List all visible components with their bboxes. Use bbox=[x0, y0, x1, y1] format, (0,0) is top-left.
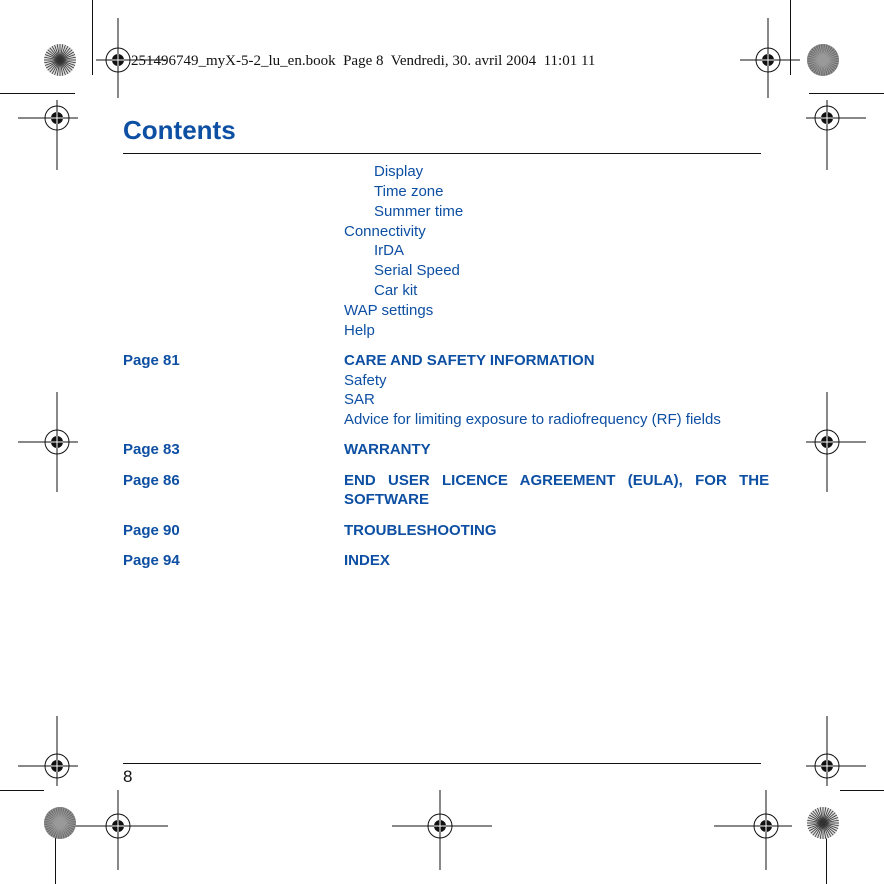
toc-entry[interactable]: Help bbox=[344, 322, 375, 339]
toc-entry[interactable]: Connectivity bbox=[344, 223, 426, 240]
section-heading-continued[interactable]: SOFTWARE bbox=[344, 491, 429, 508]
toc-entry[interactable]: SAR bbox=[344, 391, 375, 408]
toc-entry[interactable]: Summer time bbox=[374, 203, 463, 220]
toc-entry[interactable]: Safety bbox=[344, 372, 387, 389]
section-heading[interactable]: INDEX bbox=[344, 552, 390, 569]
footer-rule bbox=[123, 763, 761, 764]
page-reference: Page 90 bbox=[123, 522, 180, 539]
registration-mark-icon bbox=[806, 716, 866, 786]
toc-entry[interactable]: Time zone bbox=[374, 183, 443, 200]
section-heading[interactable]: WARRANTY bbox=[344, 441, 431, 458]
toc-entry[interactable]: Car kit bbox=[374, 282, 417, 299]
toc-entry[interactable]: Display bbox=[374, 163, 423, 180]
page-reference: Page 81 bbox=[123, 352, 180, 369]
star-target-icon bbox=[807, 807, 839, 839]
toc-entry[interactable]: WAP settings bbox=[344, 302, 433, 319]
crop-line bbox=[92, 0, 93, 75]
crop-line bbox=[809, 93, 884, 94]
registration-mark-icon bbox=[18, 716, 78, 786]
section-heading[interactable]: CARE AND SAFETY INFORMATION bbox=[344, 352, 595, 369]
title-rule bbox=[123, 153, 761, 154]
section-heading[interactable]: END USER LICENCE AGREEMENT (EULA), FOR T… bbox=[344, 472, 769, 489]
star-target-icon bbox=[807, 44, 839, 76]
print-slug-line: 251496749_myX-5-2_lu_en.book Page 8 Vend… bbox=[131, 53, 596, 69]
registration-mark-icon bbox=[806, 100, 866, 170]
registration-mark-icon bbox=[96, 18, 166, 98]
registration-mark-icon bbox=[714, 790, 792, 870]
page-number: 8 bbox=[123, 767, 133, 786]
toc-entry[interactable]: IrDA bbox=[374, 242, 404, 259]
registration-mark-icon bbox=[18, 392, 78, 492]
page-reference: Page 94 bbox=[123, 552, 180, 569]
page-reference: Page 83 bbox=[123, 441, 180, 458]
crop-line bbox=[0, 93, 75, 94]
registration-mark-icon bbox=[392, 790, 492, 870]
page-reference: Page 86 bbox=[123, 472, 180, 489]
registration-mark-icon bbox=[806, 392, 866, 492]
page-title: Contents bbox=[123, 115, 236, 145]
crop-line bbox=[840, 790, 884, 791]
star-target-icon bbox=[44, 44, 76, 76]
registration-mark-icon bbox=[18, 100, 78, 170]
crop-line bbox=[0, 790, 44, 791]
toc-entry[interactable]: Advice for limiting exposure to radiofre… bbox=[344, 411, 721, 428]
toc-entry[interactable]: Serial Speed bbox=[374, 262, 460, 279]
section-heading[interactable]: TROUBLESHOOTING bbox=[344, 522, 497, 539]
star-target-icon bbox=[44, 807, 76, 839]
registration-mark-icon bbox=[740, 18, 800, 98]
